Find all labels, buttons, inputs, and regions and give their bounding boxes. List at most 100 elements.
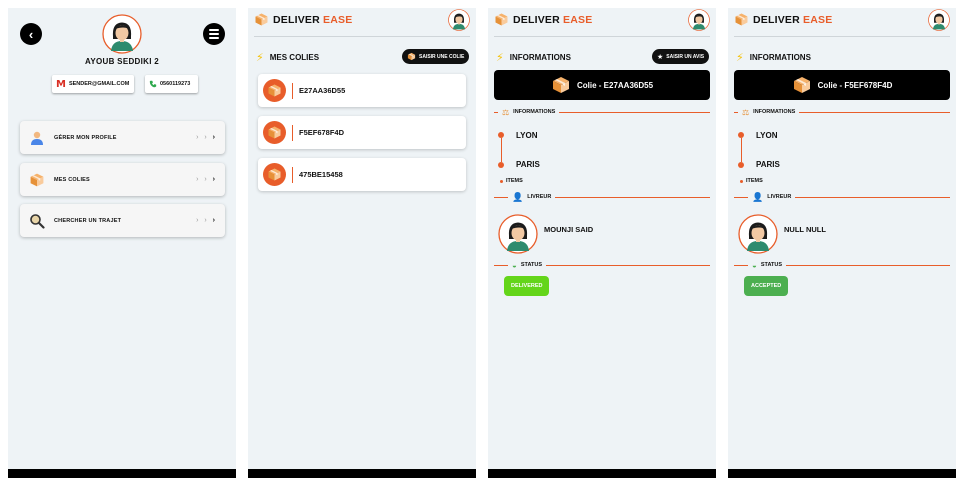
items-label: ITEMS [500, 178, 523, 184]
origin-city: LYON [756, 131, 778, 140]
package-icon [407, 52, 416, 61]
section-title: ⚡ INFORMATIONS [736, 51, 811, 64]
search-icon [28, 212, 46, 230]
package-icon [263, 163, 286, 186]
package-icon [263, 79, 286, 102]
items-label: ITEMS [740, 178, 763, 184]
my-parcels-item[interactable]: MES COLIES › › › [20, 163, 225, 196]
review-button[interactable]: ★ SAISIR UN AVIS [652, 49, 710, 64]
manage-profile-item[interactable]: GÉRER MON PROFILE › › › [20, 121, 225, 154]
status-icon: ◒ [752, 260, 757, 270]
logo-box-icon [734, 12, 749, 27]
header: DELIVER EASE [728, 8, 956, 36]
review-label: SAISIR UN AVIS [666, 53, 705, 60]
bolt-icon: ⚡ [736, 52, 744, 64]
package-icon [792, 75, 812, 95]
chevron-left-icon: ‹ [28, 26, 34, 42]
package-icon [28, 171, 46, 189]
brand-logo: DELIVER EASE [273, 14, 353, 26]
origin-city: LYON [516, 131, 538, 140]
parcel-banner: Colie - F5EF678F4D [734, 70, 950, 100]
parcel-banner-text: Colie - E27AA36D55 [576, 80, 654, 90]
profile-screen: ‹ AYOUB SEDDIKI 2 M SENDER@GMAIL.COM 056… [8, 8, 236, 478]
profile-avatar [102, 14, 142, 54]
info-label: INFORMATIONS [753, 109, 796, 115]
gmail-icon: M [56, 78, 66, 90]
parcel-card[interactable]: F5EF678F4D [258, 116, 466, 149]
bolt-icon: ⚡ [256, 52, 264, 64]
status-badge: ACCEPTED [744, 276, 789, 296]
brand-logo: DELIVER EASE [753, 14, 833, 26]
status-icon: ◒ [512, 260, 517, 270]
destination-city: PARIS [756, 160, 780, 169]
header-avatar[interactable] [448, 9, 470, 31]
phone-chip[interactable]: 0560119273 [145, 75, 198, 93]
bottom-bar [248, 469, 476, 478]
parcel-detail-screen: DELIVER EASE ⚡ INFORMATIONS Colie - F5EF… [728, 8, 956, 478]
parcel-banner-text: Colie - F5EF678F4D [817, 80, 893, 90]
driver-divider: 👤 LIVREUR [494, 192, 710, 202]
driver-name: NULL NULL [784, 225, 826, 234]
driver-label: LIVREUR [767, 194, 792, 200]
profile-name: AYOUB SEDDIKI 2 [85, 57, 159, 66]
info-label: INFORMATIONS [513, 109, 556, 115]
driver-avatar [498, 214, 538, 254]
bottom-bar [728, 469, 956, 478]
info-divider: ⚖ INFORMATIONS [494, 107, 710, 117]
my-parcels-label: MES COLIES [54, 176, 90, 183]
parcel-card[interactable]: E27AA36D55 [258, 74, 466, 107]
destination-dot [498, 162, 504, 168]
driver-name: MOUNJI SAID [544, 225, 594, 234]
header-divider [734, 36, 950, 37]
bottom-bar [8, 469, 236, 478]
info-icon: ⚖ [502, 107, 510, 117]
driver-icon: 👤 [752, 191, 764, 202]
add-parcel-label: SAISIR UNE COLIE [419, 53, 465, 60]
driver-avatar [738, 214, 778, 254]
header-avatar[interactable] [688, 9, 710, 31]
parcel-banner: Colie - E27AA36D55 [494, 70, 710, 100]
star-icon: ★ [657, 53, 664, 61]
status-badge: DELIVERED [504, 276, 550, 296]
add-parcel-button[interactable]: SAISIR UNE COLIE [402, 49, 470, 64]
email-chip[interactable]: M SENDER@GMAIL.COM [52, 75, 134, 93]
driver-label: LIVREUR [527, 194, 552, 200]
package-icon [263, 121, 286, 144]
header-divider [494, 36, 710, 37]
route-line [740, 138, 742, 162]
package-icon [551, 75, 571, 95]
driver-icon: 👤 [512, 191, 524, 202]
logo-box-icon [254, 12, 269, 27]
parcel-id: E27AA36D55 [299, 86, 346, 95]
parcel-id: 475BE15458 [299, 170, 343, 179]
header-avatar[interactable] [928, 9, 950, 31]
search-trip-label: CHERCHER UN TRAJET [54, 217, 122, 224]
status-label: STATUS [760, 262, 783, 268]
menu-button[interactable] [203, 23, 225, 45]
parcel-id: F5EF678F4D [299, 128, 345, 137]
phone-text: 0560119273 [160, 81, 191, 87]
email-text: SENDER@GMAIL.COM [68, 81, 130, 87]
search-trip-item[interactable]: CHERCHER UN TRAJET › › › [20, 204, 225, 237]
status-divider: ◒ STATUS [494, 260, 710, 270]
parcel-card[interactable]: 475BE15458 [258, 158, 466, 191]
parcels-screen: DELIVER EASE ⚡ MES COLIES SAISIR UNE COL… [248, 8, 476, 478]
section-title-text: INFORMATIONS [509, 53, 571, 62]
user-icon [28, 129, 46, 147]
destination-dot [738, 162, 744, 168]
bolt-icon: ⚡ [496, 52, 504, 64]
phone-icon [149, 80, 157, 88]
status-divider: ◒ STATUS [734, 260, 950, 270]
bottom-bar [488, 469, 716, 478]
section-title-text: MES COLIES [269, 53, 320, 62]
chevron-right-icon: › › › [196, 176, 217, 183]
header-divider [254, 36, 470, 37]
section-title: ⚡ INFORMATIONS [496, 51, 571, 64]
section-title: ⚡ MES COLIES [256, 51, 319, 64]
chevron-right-icon: › › › [196, 134, 217, 141]
manage-profile-label: GÉRER MON PROFILE [54, 134, 117, 141]
info-icon: ⚖ [742, 107, 750, 117]
destination-city: PARIS [516, 160, 540, 169]
logo-box-icon [494, 12, 509, 27]
back-button[interactable]: ‹ [20, 23, 42, 45]
